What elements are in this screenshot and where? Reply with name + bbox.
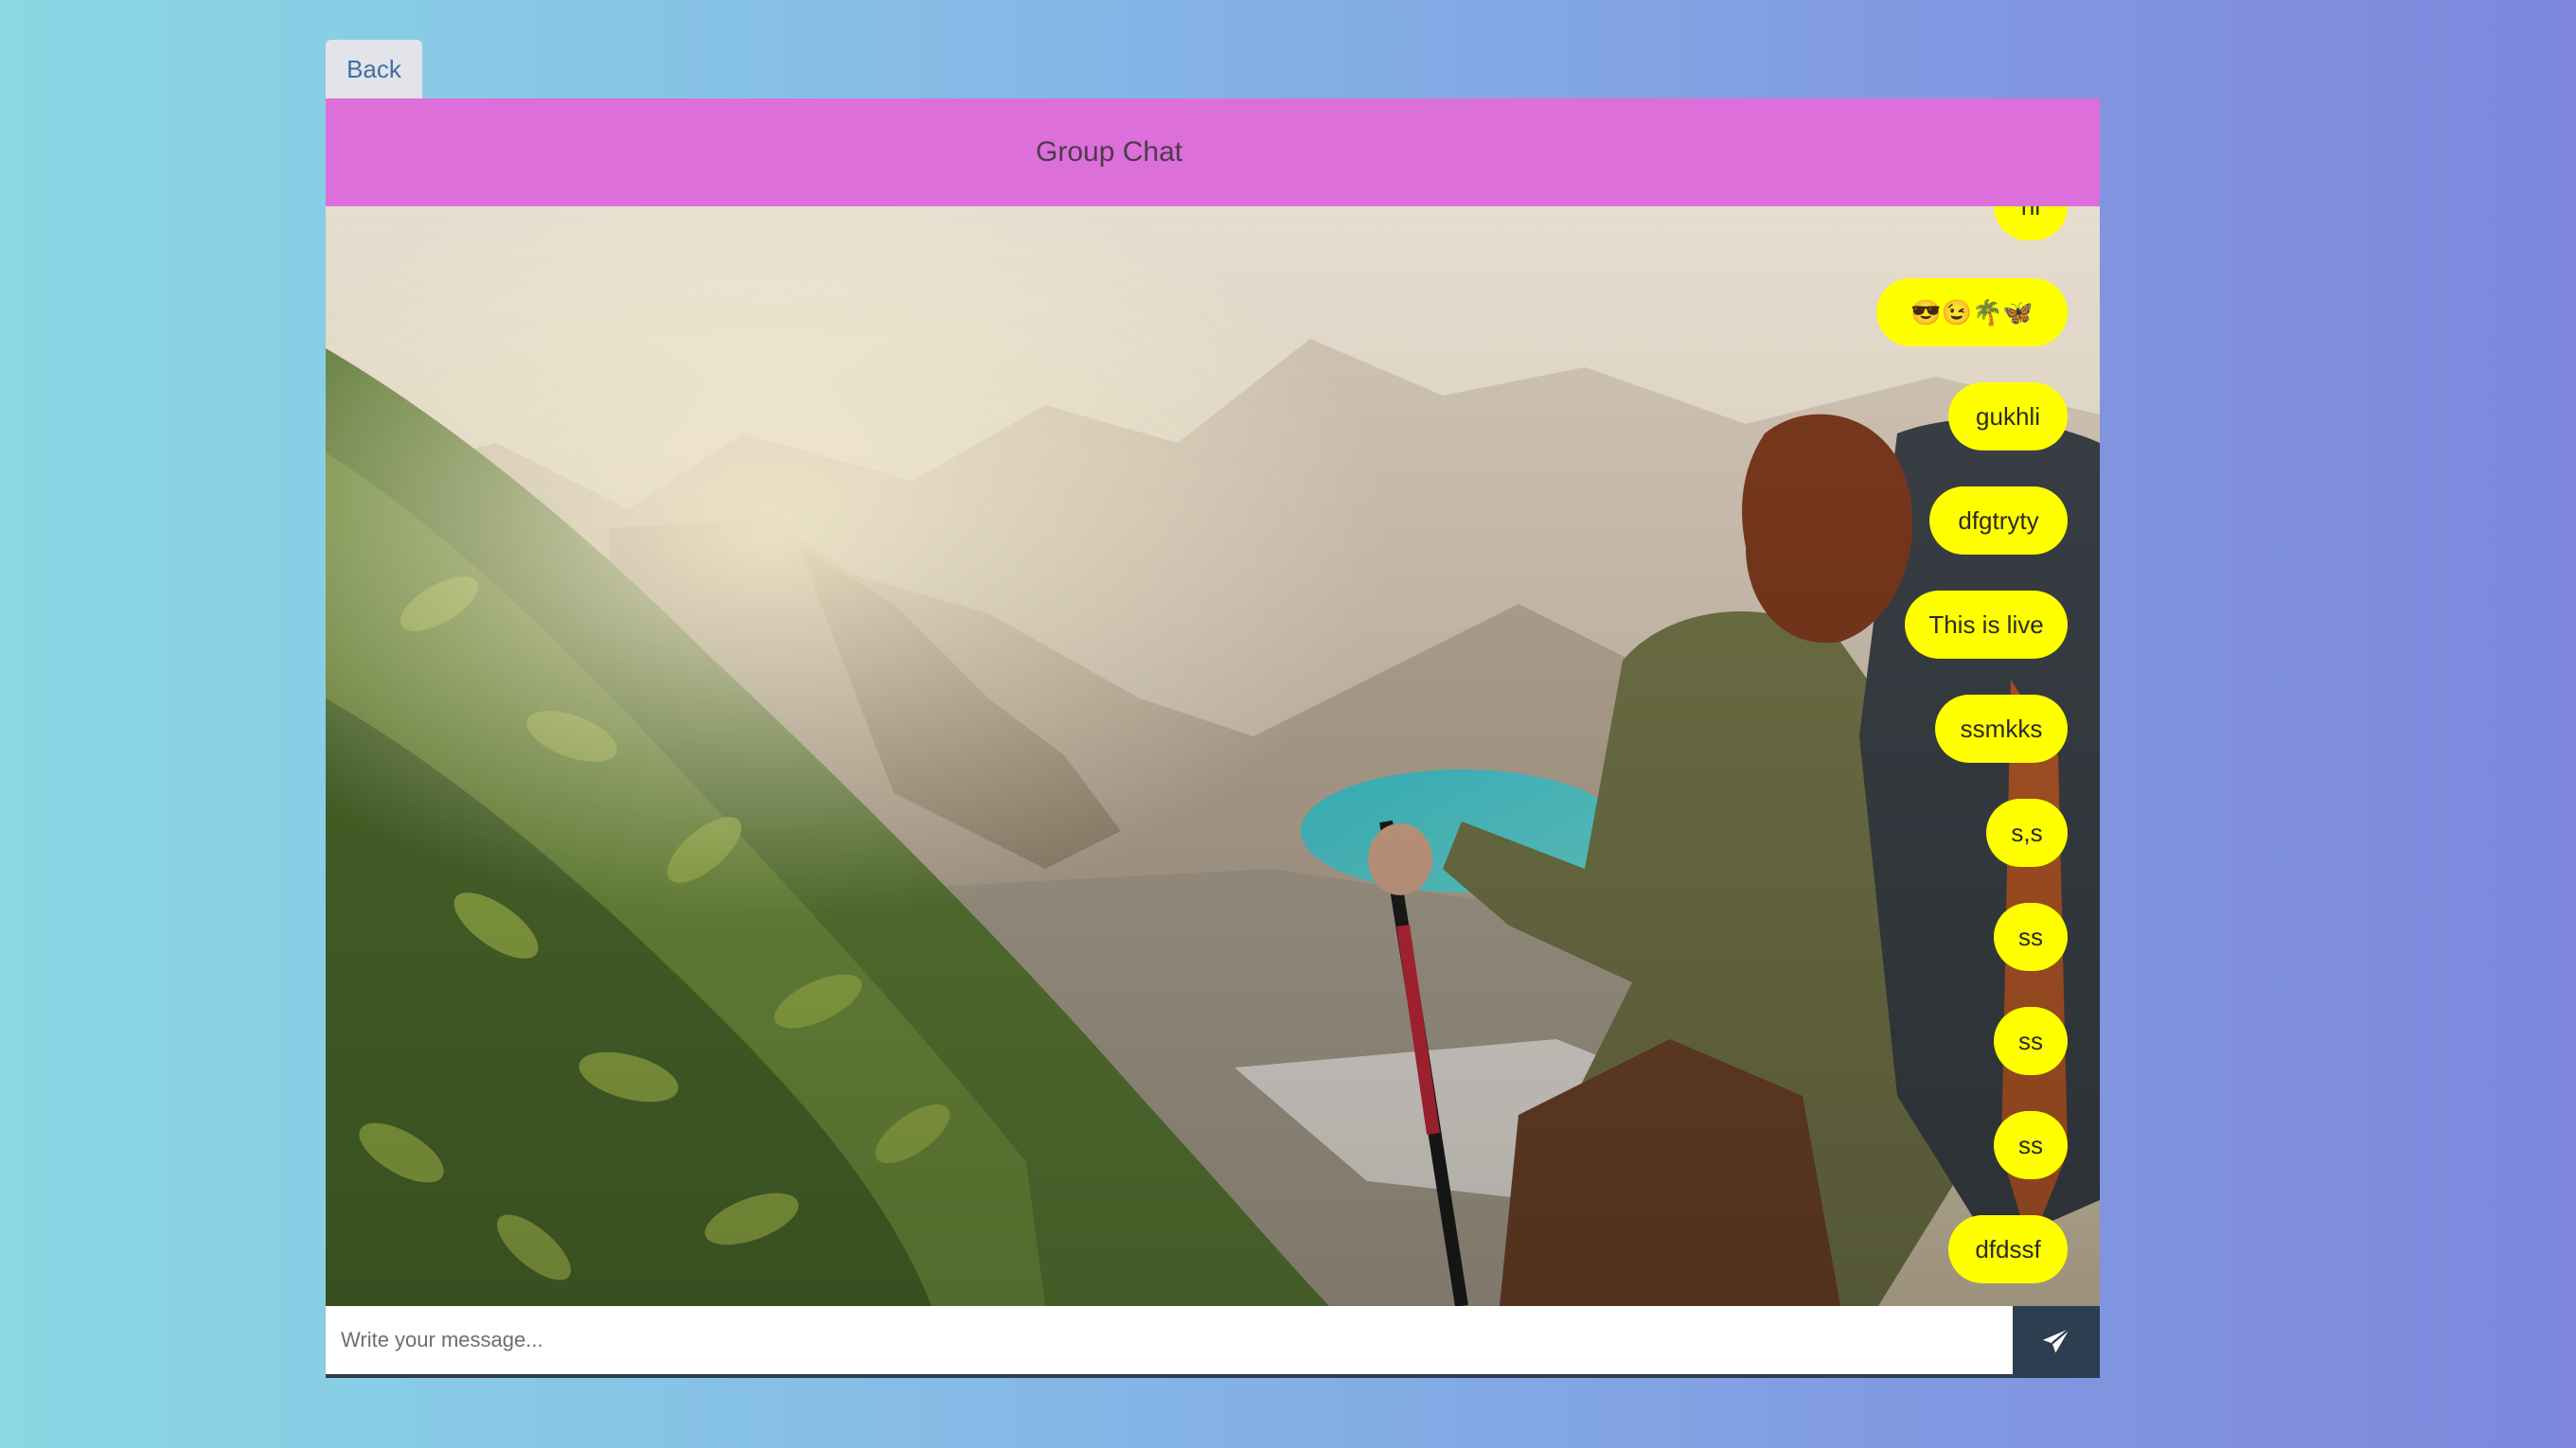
send-button[interactable] bbox=[2013, 1306, 2100, 1378]
message-composer bbox=[326, 1306, 2100, 1378]
chat-header: Group Chat bbox=[326, 98, 2100, 206]
message-bubble: dfdssf bbox=[1948, 1215, 2068, 1283]
message-bubble: 😎😉🌴🦋 bbox=[1876, 278, 2068, 346]
chat-message-area[interactable]: hi 😎😉🌴🦋 gukhli dfgtryty This is live ssm… bbox=[326, 206, 2100, 1306]
message-bubble: s,s bbox=[1986, 799, 2068, 867]
chat-title: Group Chat bbox=[1036, 136, 1183, 168]
message-bubble: This is live bbox=[1905, 591, 2068, 659]
message-bubble: gukhli bbox=[1948, 382, 2068, 450]
message-bubble: ss bbox=[1994, 1007, 2068, 1075]
message-input[interactable] bbox=[326, 1306, 2013, 1374]
message-bubble: ssmkks bbox=[1935, 695, 2068, 763]
back-button[interactable]: Back bbox=[326, 40, 422, 98]
message-bubble: ss bbox=[1994, 903, 2068, 971]
message-list: hi 😎😉🌴🦋 gukhli dfgtryty This is live ssm… bbox=[1500, 206, 2068, 1306]
send-icon bbox=[2042, 1327, 2070, 1353]
message-bubble: dfgtryty bbox=[1929, 486, 2068, 555]
chat-window: Group Chat 😎😉🌴🦋 gukhli dfgtryty This is … bbox=[326, 98, 2100, 1378]
message-bubble: hi bbox=[1994, 206, 2068, 240]
message-bubble: ss bbox=[1994, 1111, 2068, 1179]
